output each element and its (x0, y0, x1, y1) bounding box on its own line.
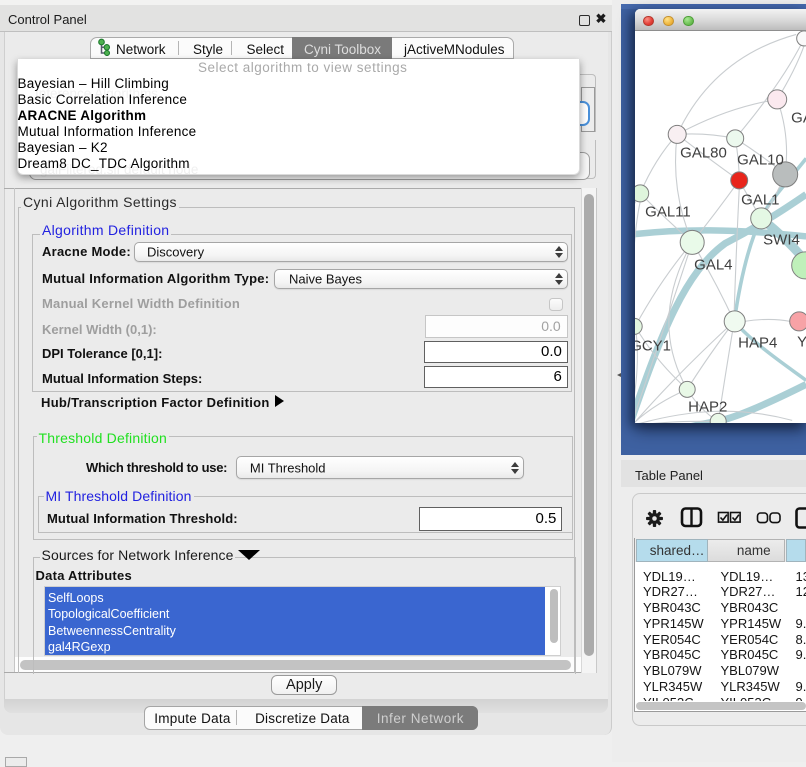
svg-text:GAL1: GAL1 (741, 191, 779, 208)
svg-text:GAL80: GAL80 (680, 144, 727, 161)
svg-text:GCY1: GCY1 (635, 337, 671, 354)
svg-text:GAL4: GAL4 (694, 256, 732, 273)
svg-text:GAL7: GAL7 (791, 109, 806, 126)
svg-text:SWI4: SWI4 (763, 231, 800, 248)
svg-text:GAL11: GAL11 (645, 203, 691, 220)
svg-text:GAL10: GAL10 (737, 151, 784, 168)
svg-text:YJ: YJ (797, 333, 806, 350)
svg-text:HAP4: HAP4 (738, 334, 777, 351)
svg-text:HAP2: HAP2 (688, 398, 727, 415)
